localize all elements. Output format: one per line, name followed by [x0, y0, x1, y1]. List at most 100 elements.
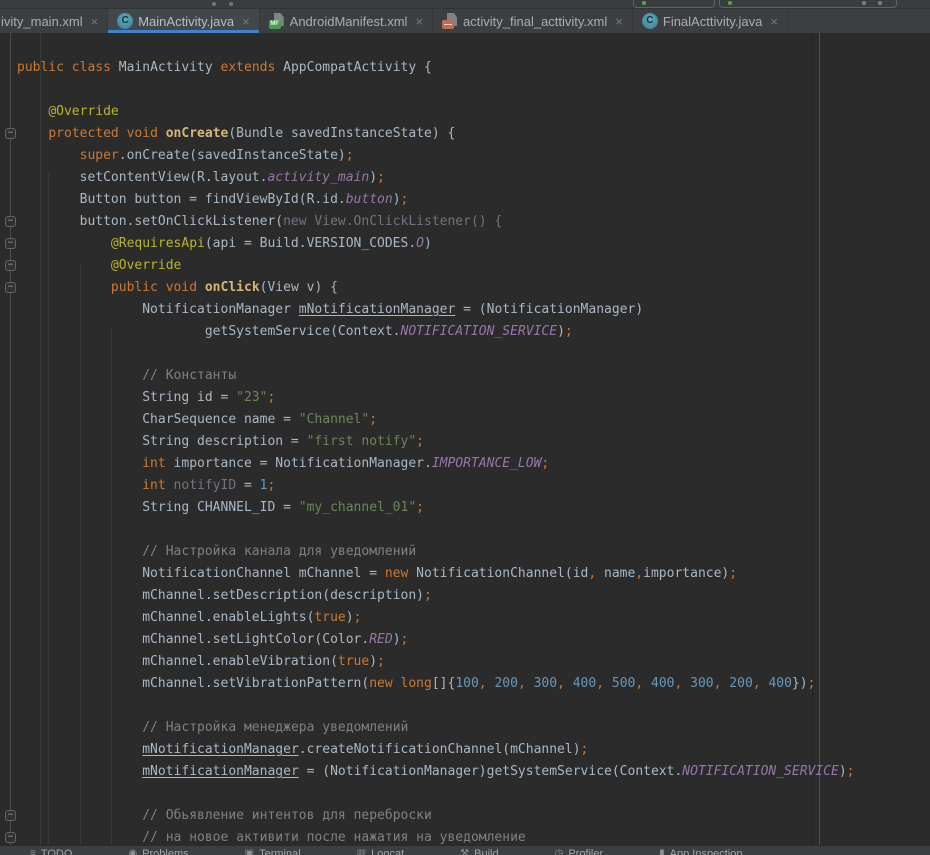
- code-line: [17, 695, 855, 717]
- run-configuration-widget[interactable]: [719, 0, 897, 8]
- editor-tab-bar: ivity_main.xml × C MainActivity.java × M…: [0, 9, 930, 33]
- device-selector-widget[interactable]: [633, 0, 715, 8]
- manifest-badge: MF: [269, 20, 281, 29]
- tool-window-label: Profiler: [568, 848, 603, 855]
- tool-window-label: Problems: [142, 848, 188, 855]
- status-dot: [642, 1, 646, 5]
- code-line: int importance = NotificationManager.IMP…: [17, 453, 855, 475]
- tab-activity-main-xml[interactable]: ivity_main.xml ×: [0, 9, 108, 33]
- code-line: NotificationChannel mChannel = new Notif…: [17, 563, 855, 585]
- code-line: [17, 519, 855, 541]
- tab-label: FinalActtivity.java: [663, 14, 762, 29]
- code-line: // Обьявление интентов для переброски: [17, 805, 855, 827]
- tool-window-button-build[interactable]: ⚒ Build: [460, 848, 498, 855]
- status-dot: [728, 1, 732, 5]
- code-line: mChannel.enableVibration(true);: [17, 651, 855, 673]
- fold-marker-icon[interactable]: −: [5, 810, 16, 821]
- fold-marker-icon[interactable]: −: [5, 260, 16, 271]
- fold-marker-icon[interactable]: −: [5, 238, 16, 249]
- code-line: // на новое активити после нажатия на ув…: [17, 827, 855, 845]
- tab-androidmanifest-xml[interactable]: MF AndroidManifest.xml ×: [260, 9, 433, 33]
- tab-mainactivity-java[interactable]: C MainActivity.java ×: [108, 9, 259, 33]
- code-line: [17, 343, 855, 365]
- code-line: String description = "first notify";: [17, 431, 855, 453]
- close-icon[interactable]: ×: [770, 15, 778, 28]
- code-line: mChannel.setLightColor(Color.RED);: [17, 629, 855, 651]
- close-icon[interactable]: ×: [91, 15, 99, 28]
- code-line: mChannel.setDescription(description);: [17, 585, 855, 607]
- bottom-tool-bar: ≡ TODO ◉ Problems ▣ Terminal ▥ Logcat ⚒ Build ◷ Pro…: [0, 845, 930, 855]
- code-line: @RequiresApi(api = Build.VERSION_CODES.O…: [17, 233, 855, 255]
- code-line: mNotificationManager = (NotificationMana…: [17, 761, 855, 783]
- tool-window-label: App Inspection: [670, 848, 743, 855]
- terminal-icon: ▣: [245, 848, 254, 855]
- tool-window-button-logcat[interactable]: ▥ Logcat: [357, 848, 404, 855]
- tool-window-button-todo[interactable]: ≡ TODO: [30, 848, 72, 855]
- problems-icon: ◉: [128, 848, 137, 855]
- status-dot: [862, 1, 866, 5]
- close-icon[interactable]: ×: [242, 15, 250, 28]
- code-line: mChannel.setVibrationPattern(new long[]{…: [17, 673, 855, 695]
- fold-marker-icon[interactable]: −: [5, 832, 16, 843]
- tool-window-button-app-inspection[interactable]: ▮ App Inspection: [659, 848, 742, 855]
- tab-label: MainActivity.java: [138, 14, 234, 29]
- code-line: // Настройка менеджера уведомлений: [17, 717, 855, 739]
- code-line: [17, 783, 855, 805]
- code-line: setContentView(R.layout.activity_main);: [17, 167, 855, 189]
- close-icon[interactable]: ×: [615, 15, 623, 28]
- code-line: CharSequence name = "Channel";: [17, 409, 855, 431]
- ide-window: ivity_main.xml × C MainActivity.java × M…: [0, 0, 930, 855]
- toolbar-dot: [229, 2, 233, 6]
- code-line: mChannel.enableLights(true);: [17, 607, 855, 629]
- java-class-icon: C: [642, 13, 658, 29]
- code-line: @Override: [17, 255, 855, 277]
- todo-icon: ≡: [30, 848, 36, 855]
- tool-window-button-profiler[interactable]: ◷ Profiler: [555, 848, 604, 855]
- code-line: super.onCreate(savedInstanceState);: [17, 145, 855, 167]
- xml-badge: [442, 20, 454, 29]
- code-line: Button button = findViewById(R.id.button…: [17, 189, 855, 211]
- code-line: String id = "23";: [17, 387, 855, 409]
- tool-window-label: Build: [474, 848, 498, 855]
- code-line: // Настройка канала для уведомлений: [17, 541, 855, 563]
- code-line: int notifyID = 1;: [17, 475, 855, 497]
- code-line: mNotificationManager.createNotificationC…: [17, 739, 855, 761]
- code-editor[interactable]: public class MainActivity extends AppCom…: [0, 33, 930, 845]
- java-class-icon: C: [117, 13, 133, 29]
- tool-window-button-problems[interactable]: ◉ Problems: [128, 848, 188, 855]
- code-line: // Константы: [17, 365, 855, 387]
- logcat-icon: ▥: [357, 848, 366, 855]
- code-line: getSystemService(Context.NOTIFICATION_SE…: [17, 321, 855, 343]
- toolbar-dot: [212, 2, 216, 6]
- tool-window-label: TODO: [41, 848, 73, 855]
- code-line: [17, 79, 855, 101]
- tool-window-button-terminal[interactable]: ▣ Terminal: [245, 848, 301, 855]
- tool-window-label: Logcat: [371, 848, 404, 855]
- app-inspection-icon: ▮: [659, 848, 665, 855]
- code-line: public void onClick(View v) {: [17, 277, 855, 299]
- manifest-file-icon: MF: [269, 13, 285, 29]
- code-line: @Override: [17, 101, 855, 123]
- tab-label: activity_final_acttivity.xml: [463, 14, 607, 29]
- close-icon[interactable]: ×: [415, 15, 423, 28]
- tab-activity-final-acttivity-xml[interactable]: activity_final_acttivity.xml ×: [433, 9, 633, 33]
- code-line: String CHANNEL_ID = "my_channel_01";: [17, 497, 855, 519]
- tab-label: AndroidManifest.xml: [290, 14, 408, 29]
- status-dot: [878, 1, 882, 5]
- fold-marker-icon[interactable]: −: [5, 282, 16, 293]
- tool-window-label: Terminal: [259, 848, 301, 855]
- gutter-fold-line: [10, 33, 11, 845]
- tab-finalacttivity-java[interactable]: C FinalActtivity.java ×: [633, 9, 788, 33]
- build-icon: ⚒: [460, 848, 469, 855]
- code-line: button.setOnClickListener(new View.OnCli…: [17, 211, 855, 233]
- profiler-icon: ◷: [555, 848, 564, 855]
- fold-marker-icon[interactable]: −: [5, 128, 16, 139]
- tab-label: ivity_main.xml: [1, 14, 83, 29]
- fold-marker-icon[interactable]: −: [5, 216, 16, 227]
- code-line: protected void onCreate(Bundle savedInst…: [17, 123, 855, 145]
- xml-file-icon: [442, 13, 458, 29]
- code-line: NotificationManager mNotificationManager…: [17, 299, 855, 321]
- code-line: public class MainActivity extends AppCom…: [17, 57, 855, 79]
- main-toolbar-strip: [0, 0, 930, 9]
- code-area[interactable]: public class MainActivity extends AppCom…: [17, 57, 855, 845]
